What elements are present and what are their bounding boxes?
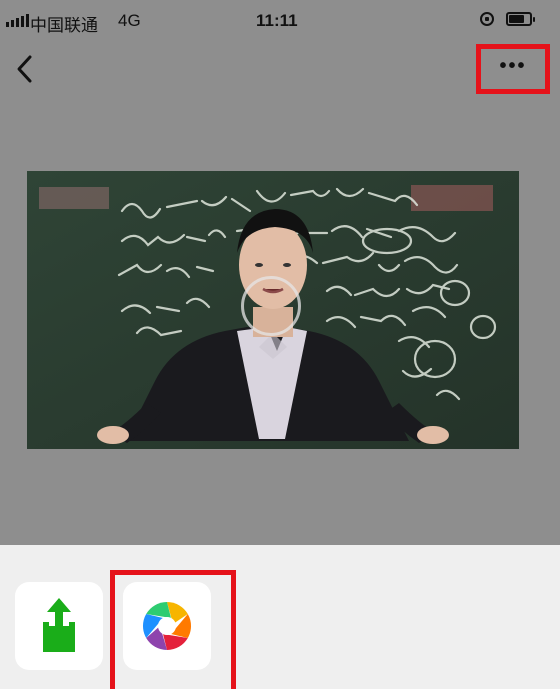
carrier-name: 中国联通 [30, 16, 98, 35]
battery-icon [506, 12, 535, 26]
more-options-button[interactable]: ••• [476, 44, 550, 94]
highlight-box [110, 570, 236, 689]
send-to-friend-icon [43, 598, 75, 652]
status-time: 11:11 [256, 11, 298, 30]
status-bar: 中国联通 4G 11:11 [0, 0, 560, 40]
video-preview[interactable] [27, 171, 519, 449]
signal-strength-icon [6, 14, 29, 27]
video-share-screen: 中国联通 4G 11:11 ••• [0, 0, 560, 689]
play-ring-icon[interactable] [241, 276, 301, 336]
rotation-lock-icon [480, 12, 494, 26]
back-button[interactable] [10, 52, 40, 86]
share-sheet [0, 545, 560, 689]
share-send-to-friend-button[interactable] [15, 582, 103, 670]
battery-fill [509, 15, 524, 23]
more-dots-icon: ••• [499, 55, 527, 77]
chevron-left-icon [17, 55, 32, 83]
network-type: 4G [118, 11, 141, 30]
